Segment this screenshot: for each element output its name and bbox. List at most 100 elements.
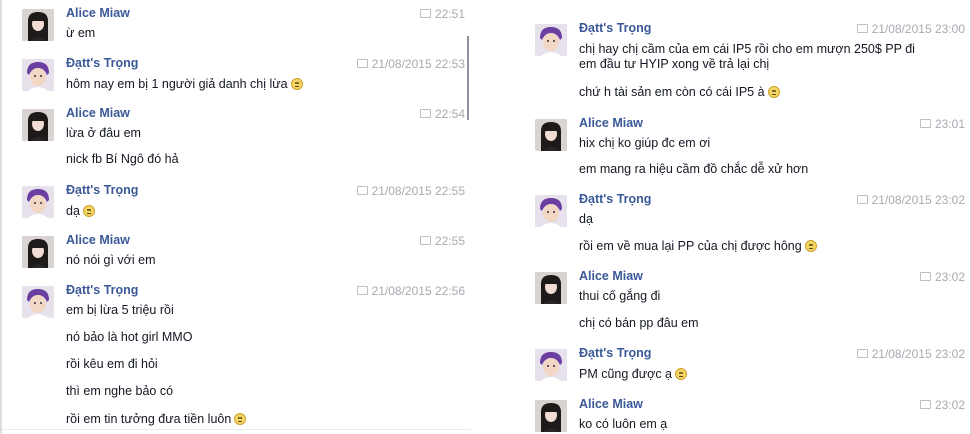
frown-emoji-icon	[234, 413, 247, 425]
message-group: Alice Miaw 22:55	[2, 227, 471, 268]
message-group: Đạtt's Trọng 21/08/2015 23:02	[515, 186, 971, 227]
sender-name[interactable]: Đạtt's Trọng	[66, 183, 138, 197]
message-body: nó bảo là hot girl MMO	[66, 330, 193, 344]
message-icon	[856, 195, 868, 204]
sender-name[interactable]: Alice Miaw	[66, 6, 130, 20]
message-body: chị có bán pp đâu em	[579, 316, 699, 330]
message-time: 23:02	[934, 398, 965, 412]
timestamp: 21/08/2015 23:02	[856, 347, 965, 361]
chat-log-right[interactable]: Đạtt's Trọng 21/08/2015 23:00 chị hay chị …	[515, 0, 971, 434]
message-time: 22:56	[434, 284, 465, 298]
sender-name[interactable]: Đạtt's Trọng	[579, 346, 651, 360]
message-body: rồi em về mua lại PP của chị được hông	[579, 239, 802, 253]
message-body: hôm nay em bị 1 người giả danh chị lừa	[66, 77, 288, 91]
message-icon	[419, 109, 431, 118]
message-icon	[856, 349, 868, 358]
timestamp: 22:54	[419, 107, 465, 121]
message-group: Đạtt's Trọng 21/08/2015 22:55	[2, 177, 471, 218]
message-icon	[919, 272, 931, 281]
message-group: Alice Miaw 22:51	[2, 0, 471, 41]
sender-name[interactable]: Alice Miaw	[579, 397, 643, 411]
message-body: em bị lừa 5 triệu rồi	[66, 303, 174, 317]
sender-name[interactable]: Đạtt's Trọng	[66, 283, 138, 297]
message-date: 21/08/2015	[871, 193, 932, 207]
message-text: chị hay chị cầm của em cái IP5 rồi cho e…	[579, 42, 915, 56]
timestamp: 23:02	[919, 270, 965, 284]
message-body: thui cố gắng đi	[579, 289, 661, 303]
message-text: chị có bán pp đâu em	[579, 316, 699, 330]
message-icon	[919, 400, 931, 409]
message-time: 23:00	[934, 22, 965, 36]
message-date: 21/08/2015	[371, 57, 432, 71]
message-body: em mang ra hiệu cầm đồ chắc dễ xử hơn	[579, 162, 809, 176]
message-text: chứ h tài sản em còn có cái IP5 à	[579, 84, 780, 99]
timestamp: 21/08/2015 23:02	[856, 193, 965, 207]
frown-emoji-icon	[675, 368, 687, 380]
avatar[interactable]	[535, 24, 567, 56]
message-text: rồi kêu em đi hỏi	[66, 357, 158, 371]
message-body: nick fb Bí Ngô đó hả	[66, 152, 179, 166]
message-group: Đạtt's Trọng 21/08/2015 23:00	[515, 15, 971, 56]
message-date: 21/08/2015	[371, 184, 432, 198]
message-body: em đầu tư HYIP xong về trả lại chị	[579, 57, 770, 71]
message-body: lừa ở đâu em	[66, 126, 141, 140]
frown-emoji-icon	[290, 78, 303, 90]
avatar[interactable]	[22, 236, 54, 268]
sender-name[interactable]: Alice Miaw	[66, 233, 130, 247]
message-time: 22:51	[434, 7, 465, 21]
avatar[interactable]	[22, 59, 54, 91]
message-body: ừ em	[66, 26, 96, 40]
timestamp: 21/08/2015 22:55	[356, 184, 465, 198]
message-text: dạ	[579, 212, 593, 226]
message-text: em mang ra hiệu cầm đồ chắc dễ xử hơn	[579, 162, 808, 176]
message-icon	[419, 9, 431, 18]
avatar[interactable]	[535, 400, 567, 432]
avatar[interactable]	[22, 109, 54, 141]
avatar[interactable]	[22, 186, 54, 218]
message-body: nó nói gì với em	[66, 253, 156, 267]
message-icon	[356, 186, 368, 195]
message-time: 22:53	[434, 57, 465, 71]
message-icon	[419, 236, 431, 245]
sender-name[interactable]: Alice Miaw	[579, 269, 643, 283]
message-icon	[856, 24, 868, 33]
avatar[interactable]	[535, 195, 567, 227]
sender-name[interactable]: Đạtt's Trọng	[579, 21, 651, 35]
message-text: em đầu tư HYIP xong về trả lại chị	[579, 57, 769, 71]
timestamp: 22:55	[419, 234, 465, 248]
avatar[interactable]	[535, 349, 567, 381]
avatar[interactable]	[535, 119, 567, 151]
message-date: 21/08/2015	[371, 284, 432, 298]
sender-name[interactable]: Alice Miaw	[579, 116, 643, 130]
frown-emoji-icon	[804, 240, 817, 252]
selection-accent	[0, 100, 2, 160]
message-body: chị hay chị cầm của em cái IP5 rồi cho e…	[579, 42, 915, 56]
avatar[interactable]	[22, 286, 54, 318]
message-group: Alice Miaw 22:54	[2, 100, 471, 141]
message-time: 23:02	[934, 347, 965, 361]
message-body: rồi kêu em đi hỏi	[66, 357, 158, 371]
chat-log-left[interactable]: Alice Miaw 22:51 ừ em Đạtt's Trọng 21/08/201…	[0, 0, 471, 434]
message-date: 21/08/2015	[871, 347, 932, 361]
message-time: 23:01	[934, 117, 965, 131]
message-group: Alice Miaw 23:01	[515, 110, 971, 151]
timestamp: 22:51	[419, 7, 465, 21]
sender-name[interactable]: Đạtt's Trọng	[66, 56, 138, 70]
message-body: thì em nghe bảo có	[66, 384, 174, 398]
sender-name[interactable]: Alice Miaw	[66, 106, 130, 120]
message-text: hix chị ko giúp đc em ơi	[579, 136, 710, 150]
scrollbar[interactable]	[467, 36, 469, 120]
message-group: Alice Miaw 23:02	[515, 263, 971, 304]
message-text: dạ	[66, 203, 95, 218]
timestamp: 21/08/2015 22:56	[356, 284, 465, 298]
message-text: ừ em	[66, 26, 95, 40]
message-time: 23:02	[934, 270, 965, 284]
message-text: lừa ở đâu em	[66, 126, 141, 140]
message-body: dạ	[579, 212, 593, 226]
message-icon	[356, 286, 368, 295]
sender-name[interactable]: Đạtt's Trọng	[579, 192, 651, 206]
message-group: Đạtt's Trọng 21/08/2015 23:02	[515, 340, 971, 381]
message-body: PM cũng được ạ	[579, 367, 672, 381]
avatar[interactable]	[22, 9, 54, 41]
avatar[interactable]	[535, 272, 567, 304]
